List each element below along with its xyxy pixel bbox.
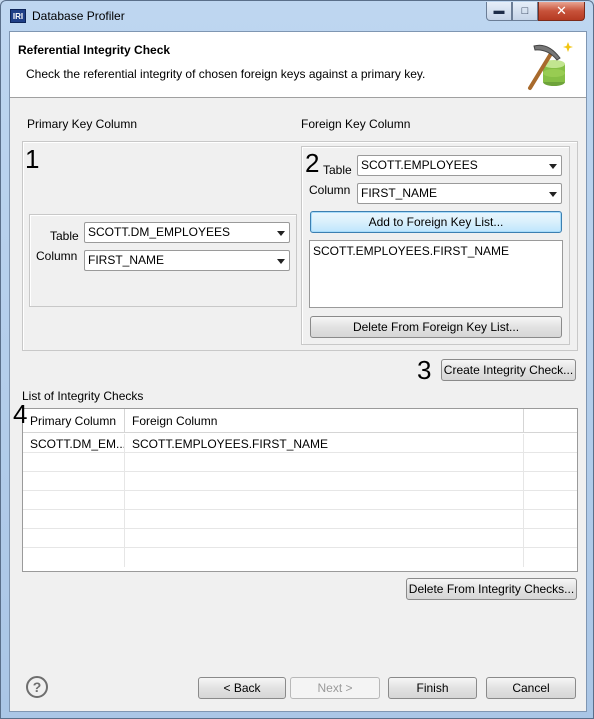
maximize-button[interactable]: □ bbox=[512, 2, 538, 21]
fk-table-label: Table bbox=[323, 163, 352, 177]
cancel-button[interactable]: Cancel bbox=[486, 677, 576, 699]
pickaxe-database-icon bbox=[528, 42, 573, 90]
pk-column-value: FIRST_NAME bbox=[88, 253, 165, 267]
empty-cell bbox=[125, 510, 524, 529]
integrity-checks-table[interactable]: Primary Column Foreign Column SCOTT.DM_E… bbox=[22, 408, 578, 572]
finish-button[interactable]: Finish bbox=[388, 677, 477, 699]
window-title: Database Profiler bbox=[32, 9, 125, 23]
cell-empty bbox=[524, 434, 577, 453]
title-bar[interactable]: IRI Database Profiler ▬ □ ✕ bbox=[1, 1, 593, 31]
fk-column-value: FIRST_NAME bbox=[361, 186, 438, 200]
foreign-key-section-label: Foreign Key Column bbox=[301, 117, 411, 131]
empty-cell bbox=[23, 453, 125, 472]
add-to-foreign-key-list-button[interactable]: Add to Foreign Key List... bbox=[310, 211, 562, 233]
empty-row bbox=[23, 529, 577, 548]
empty-cell bbox=[125, 491, 524, 510]
empty-cell bbox=[23, 529, 125, 548]
step-marker-2: 2 bbox=[305, 148, 320, 178]
pk-table-label: Table bbox=[50, 229, 79, 243]
empty-cell bbox=[23, 491, 125, 510]
empty-row bbox=[23, 548, 577, 567]
step-marker-4: 4 bbox=[13, 399, 28, 429]
fk-table-combo[interactable]: SCOTT.EMPLOYEES bbox=[357, 155, 562, 176]
wizard-header: Referential Integrity Check Check the re… bbox=[10, 32, 586, 98]
foreign-key-list-item[interactable]: SCOTT.EMPLOYEES.FIRST_NAME bbox=[313, 244, 509, 258]
empty-row bbox=[23, 491, 577, 510]
pk-table-value: SCOTT.DM_EMPLOYEES bbox=[88, 225, 231, 239]
empty-row bbox=[23, 510, 577, 529]
empty-cell bbox=[125, 548, 524, 567]
empty-cell bbox=[23, 548, 125, 567]
chevron-down-icon bbox=[549, 164, 557, 169]
chevron-down-icon bbox=[277, 259, 285, 264]
empty-row bbox=[23, 472, 577, 491]
page-title: Referential Integrity Check bbox=[18, 43, 171, 57]
next-button[interactable]: Next > bbox=[290, 677, 380, 699]
close-icon: ✕ bbox=[556, 3, 567, 18]
step-marker-3: 3 bbox=[417, 355, 432, 385]
create-integrity-check-button[interactable]: Create Integrity Check... bbox=[441, 359, 576, 381]
help-icon[interactable]: ? bbox=[26, 676, 48, 698]
delete-from-foreign-key-list-button[interactable]: Delete From Foreign Key List... bbox=[310, 316, 562, 338]
back-button[interactable]: < Back bbox=[198, 677, 286, 699]
fk-column-label: Column bbox=[309, 183, 351, 197]
pk-table-combo[interactable]: SCOTT.DM_EMPLOYEES bbox=[84, 222, 290, 243]
maximize-icon: □ bbox=[521, 5, 529, 17]
table-header: Primary Column Foreign Column bbox=[23, 409, 577, 433]
empty-cell bbox=[125, 529, 524, 548]
empty-row bbox=[23, 453, 577, 472]
pk-column-combo[interactable]: FIRST_NAME bbox=[84, 250, 290, 271]
column-header-foreign[interactable]: Foreign Column bbox=[125, 409, 524, 433]
delete-from-integrity-checks-button[interactable]: Delete From Integrity Checks... bbox=[406, 578, 577, 600]
close-button[interactable]: ✕ bbox=[538, 2, 585, 21]
minimize-icon: ▬ bbox=[493, 5, 505, 17]
pk-column-label: Column bbox=[36, 249, 78, 263]
empty-cell bbox=[125, 453, 524, 472]
empty-cell bbox=[23, 510, 125, 529]
fk-column-combo[interactable]: FIRST_NAME bbox=[357, 183, 562, 204]
cell-foreign-column: SCOTT.EMPLOYEES.FIRST_NAME bbox=[125, 434, 524, 453]
primary-key-section-label: Primary Key Column bbox=[27, 117, 138, 131]
empty-cell bbox=[23, 472, 125, 491]
dialog-window: IRI Database Profiler ▬ □ ✕ Referential … bbox=[0, 0, 594, 719]
cell-primary-column: SCOTT.DM_EM... bbox=[23, 434, 125, 453]
step-marker-1: 1 bbox=[25, 144, 40, 174]
integrity-checks-label: List of Integrity Checks bbox=[22, 389, 144, 403]
chevron-down-icon bbox=[277, 231, 285, 236]
foreign-key-list[interactable]: SCOTT.EMPLOYEES.FIRST_NAME bbox=[309, 240, 563, 308]
fk-table-value: SCOTT.EMPLOYEES bbox=[361, 158, 478, 172]
chevron-down-icon bbox=[549, 192, 557, 197]
empty-cell bbox=[125, 472, 524, 491]
table-row[interactable]: SCOTT.DM_EM... SCOTT.EMPLOYEES.FIRST_NAM… bbox=[23, 434, 577, 453]
wizard-footer: ? < Back Next > Finish Cancel bbox=[10, 656, 586, 712]
page-description: Check the referential integrity of chose… bbox=[26, 67, 426, 81]
column-header-primary[interactable]: Primary Column bbox=[23, 409, 125, 433]
minimize-button[interactable]: ▬ bbox=[486, 2, 512, 21]
app-logo-icon: IRI bbox=[10, 9, 26, 23]
dialog-body: Referential Integrity Check Check the re… bbox=[9, 31, 587, 712]
column-header-empty bbox=[524, 409, 577, 433]
